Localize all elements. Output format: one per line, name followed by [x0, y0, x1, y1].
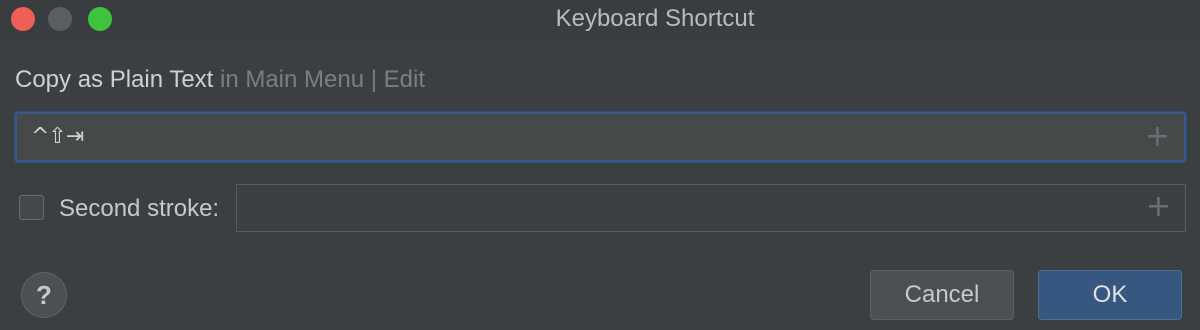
second-stroke-field[interactable]: +: [236, 184, 1186, 232]
title-bar: Keyboard Shortcut: [0, 0, 1200, 40]
help-button[interactable]: ?: [21, 272, 67, 318]
second-stroke-checkbox[interactable]: [19, 195, 44, 220]
window-title: Keyboard Shortcut: [555, 5, 755, 32]
plus-icon[interactable]: +: [1146, 192, 1171, 222]
first-stroke-field[interactable]: ^⇧⇥ +: [15, 112, 1186, 162]
action-menu-path: in Main Menu | Edit: [213, 66, 425, 93]
action-name: Copy as Plain Text: [15, 66, 214, 93]
ok-button[interactable]: OK: [1038, 270, 1182, 320]
cancel-button[interactable]: Cancel: [870, 270, 1014, 320]
action-heading: Copy as Plain Text in Main Menu | Edit: [15, 66, 425, 94]
second-stroke-label: Second stroke:: [59, 195, 220, 222]
plus-icon[interactable]: +: [1145, 122, 1170, 152]
shortcut-keys: ^⇧⇥: [31, 124, 84, 149]
